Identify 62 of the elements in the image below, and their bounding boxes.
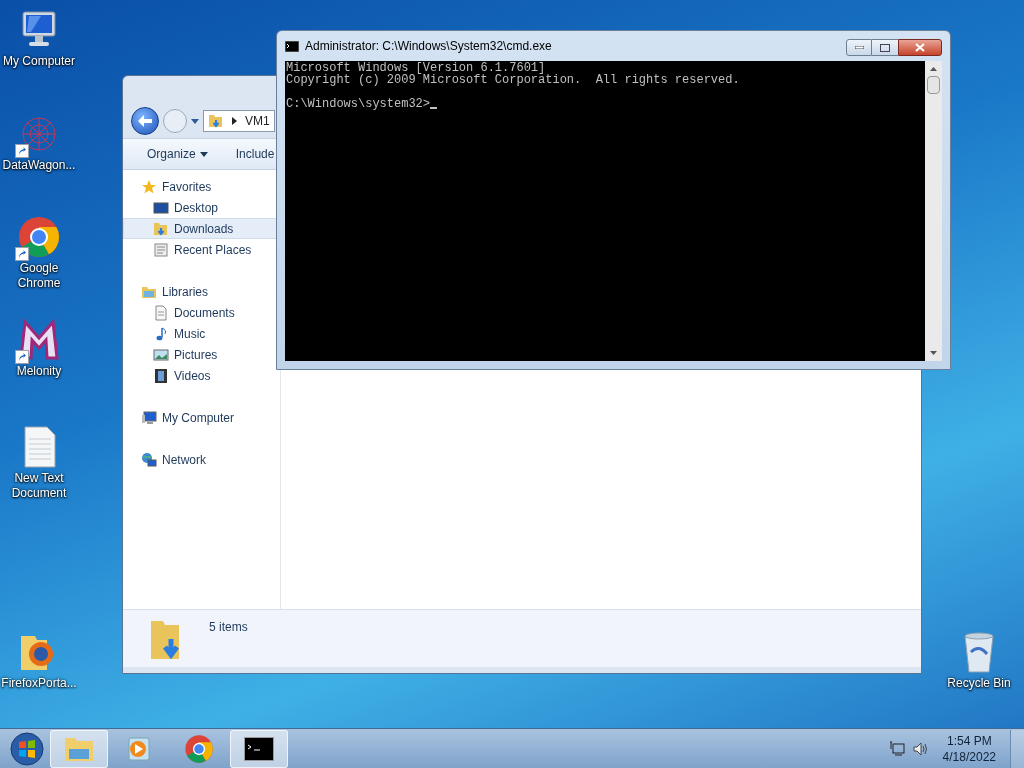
media-player-icon	[125, 734, 153, 763]
breadcrumb-arrow-icon	[232, 117, 237, 125]
desktop-icon-label: Melonity	[16, 364, 62, 379]
nav-item[interactable]: Videos	[123, 365, 280, 386]
dropdown-caret-icon[interactable]	[191, 118, 199, 124]
console-prompt: C:\Windows\system32>	[286, 98, 431, 110]
computer-icon	[141, 409, 157, 426]
scrollbar-thumb[interactable]	[927, 76, 940, 94]
nav-item[interactable]: Recent Places	[123, 239, 280, 260]
organize-menu-button[interactable]: Organize	[147, 145, 208, 163]
window-title: Administrator: C:\Windows\System32\cmd.exe	[305, 38, 553, 55]
desktop-icon-label: New Text Document	[10, 471, 68, 501]
back-button[interactable]	[131, 107, 159, 135]
scroll-down-icon[interactable]	[930, 351, 937, 355]
toolbar-button[interactable]: Include	[235, 145, 275, 163]
folder-icon	[153, 220, 169, 237]
network-icon[interactable]	[888, 740, 905, 757]
desktop-icon-label: Google Chrome	[16, 261, 62, 291]
scrollbar[interactable]	[925, 61, 942, 361]
nav-item[interactable]: Favorites	[123, 176, 280, 197]
arrow-left-icon	[138, 115, 152, 127]
picture-icon	[153, 346, 169, 363]
letter-m-icon[interactable]	[17, 318, 61, 362]
nav-item[interactable]: Pictures	[123, 344, 280, 365]
desktop-icon-label: FirefoxPorta...	[1, 676, 77, 691]
folder-icon	[208, 113, 224, 129]
nav-item[interactable]: My Computer	[123, 407, 280, 428]
item-count: 5 items	[209, 619, 248, 636]
star-icon	[141, 178, 157, 195]
close-button[interactable]	[898, 39, 942, 56]
chrome-icon	[184, 733, 214, 764]
console-line: Copyright (c) 2009 Microsoft Corporation. All rights reserved.	[286, 74, 741, 86]
nav-item[interactable]: Desktop	[123, 197, 280, 218]
maximize-button[interactable]	[872, 39, 898, 56]
dropdown-caret-icon	[199, 151, 208, 157]
nav-item[interactable]: Network	[123, 449, 280, 470]
minimize-button[interactable]	[846, 39, 872, 56]
monitor-icon	[153, 199, 169, 216]
speaker-icon[interactable]	[912, 740, 929, 757]
desktop-icon-label: DataWagon...	[2, 158, 76, 173]
maximize-icon	[880, 43, 890, 52]
clock-time[interactable]: 1:54 PM	[946, 732, 992, 749]
document-icon	[153, 304, 169, 321]
nav-item[interactable]: Libraries	[123, 281, 280, 302]
clock-date[interactable]: 4/18/2022	[942, 748, 996, 765]
film-icon	[153, 367, 169, 384]
desktop-icon-label: Recycle Bin	[947, 676, 1011, 691]
scroll-up-icon[interactable]	[930, 67, 937, 71]
console-icon	[244, 736, 274, 761]
taskbar-button[interactable]	[230, 729, 288, 768]
text-cursor	[430, 107, 438, 109]
console-line: Microsoft Windows [Version 6.1.7601]	[286, 62, 546, 74]
address-text: VM1	[245, 113, 270, 130]
desktop-icon-label: My Computer	[3, 54, 75, 69]
console-icon	[285, 40, 299, 52]
globe-network-icon	[141, 451, 157, 468]
nav-item[interactable]: Documents	[123, 302, 280, 323]
nav-item[interactable]: Music	[123, 323, 280, 344]
address-bar[interactable]: VM1	[203, 110, 275, 132]
minimize-icon	[854, 46, 864, 49]
close-icon	[915, 43, 925, 52]
chrome-icon[interactable]	[17, 215, 61, 259]
